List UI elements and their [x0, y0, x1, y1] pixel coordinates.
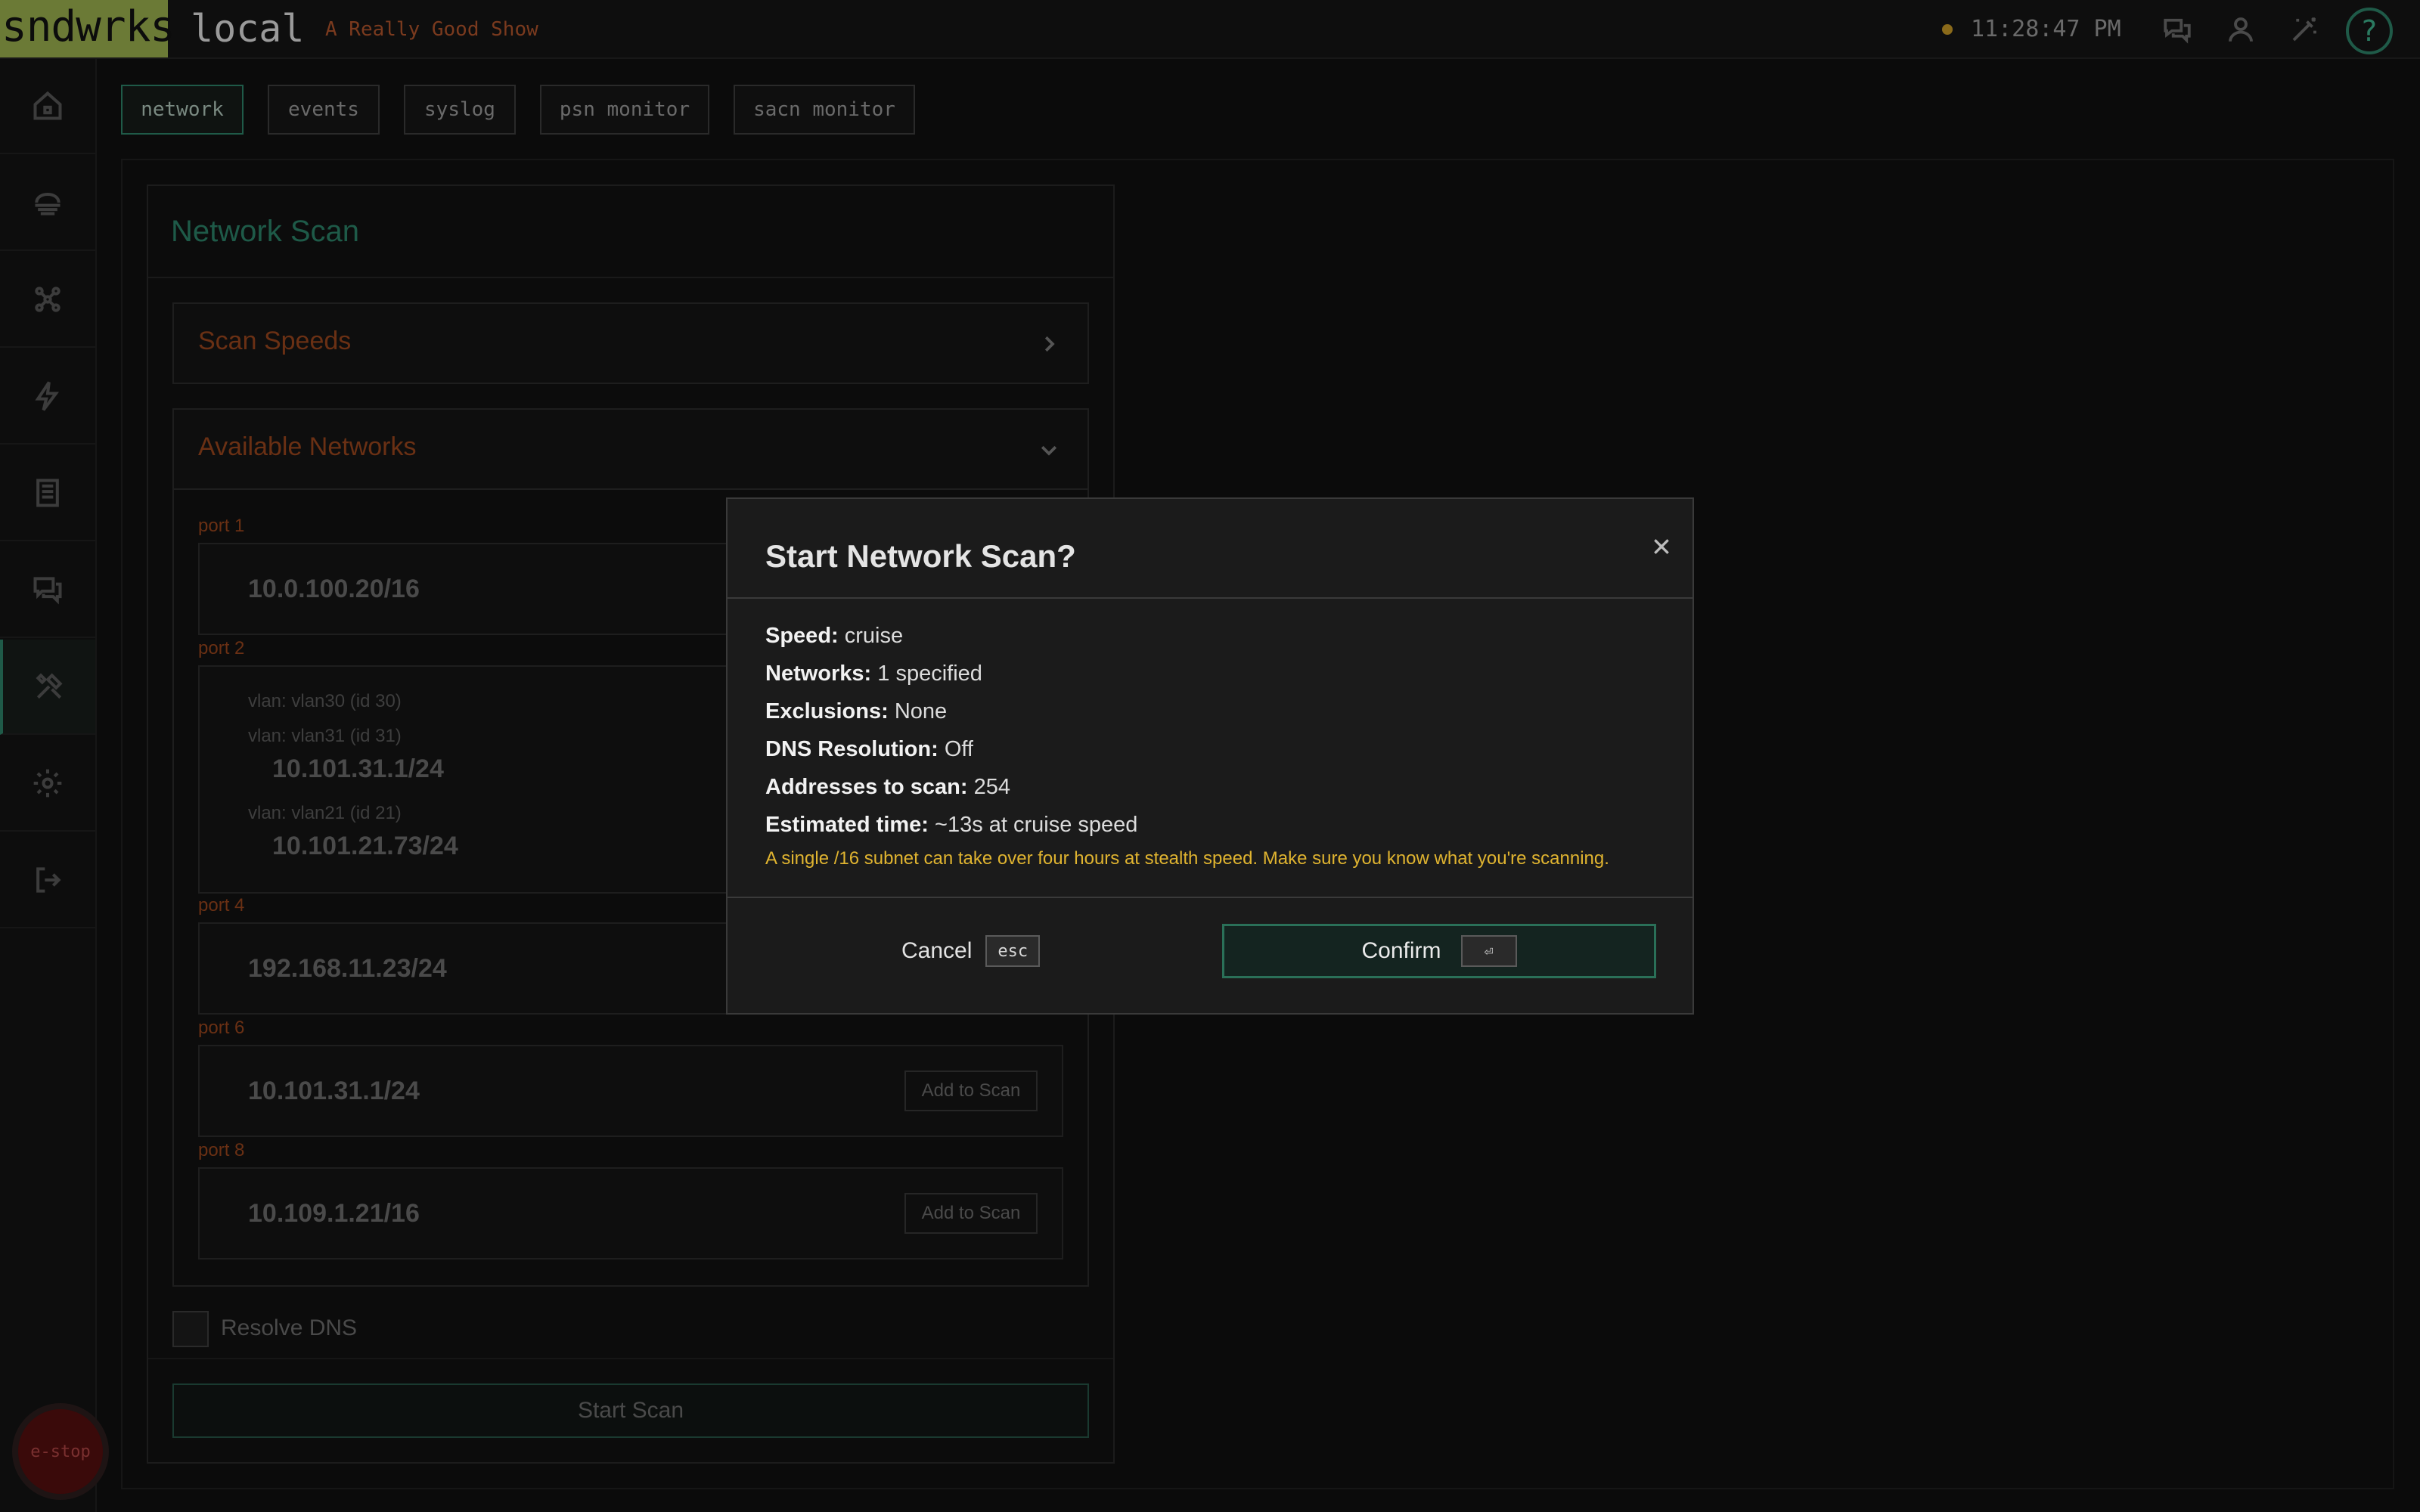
detail-exclusions: Exclusions: None [765, 697, 947, 726]
vlan-label: vlan: vlan30 (id 30) [248, 691, 402, 711]
network-address: 10.109.1.21/16 [248, 1199, 420, 1228]
detail-dns-resolution: DNS Resolution: Off [765, 735, 973, 764]
gear-icon [33, 769, 62, 798]
detail-value: ~13s at cruise speed [935, 813, 1138, 837]
dialog-title: Start Network Scan? [765, 538, 1076, 574]
close-icon[interactable] [1643, 528, 1680, 565]
tab-psn-monitor[interactable]: psn monitor [540, 85, 709, 135]
port-label: port 6 [198, 1018, 245, 1038]
available-networks-accordion[interactable]: Available Networks [172, 408, 1089, 490]
detail-label: Speed: [765, 624, 839, 648]
tab-syslog[interactable]: syslog [404, 85, 516, 135]
cancel-button[interactable]: Cancel esc [901, 924, 1041, 978]
sidebar-item-settings[interactable] [0, 736, 95, 832]
help-icon[interactable]: ? [2346, 8, 2393, 54]
confirm-label: Confirm [1361, 938, 1441, 963]
start-scan-button[interactable]: Start Scan [172, 1383, 1089, 1438]
cancel-label: Cancel [901, 938, 973, 963]
network-address: 192.168.11.23/24 [248, 954, 447, 983]
port-label: port 8 [198, 1140, 245, 1160]
detail-estimated-time: Estimated time: ~13s at cruise speed [765, 810, 1137, 839]
network-card: 10.109.1.21/16 Add to Scan [198, 1167, 1063, 1259]
sidebar-item-logout[interactable] [0, 833, 95, 928]
detail-label: Networks: [765, 662, 872, 686]
port-label: port 4 [198, 895, 245, 916]
enter-key-icon: ⏎ [1460, 935, 1517, 967]
top-bar: sndwrks local A Really Good Show 11:28:4… [0, 0, 2420, 59]
detail-label: Estimated time: [765, 813, 929, 837]
warning-text: A single /16 subnet can take over four h… [765, 848, 1609, 869]
home-icon [33, 91, 62, 120]
magic-wand-icon[interactable] [2285, 11, 2323, 48]
lightning-icon [35, 381, 60, 411]
chat-icon[interactable] [2158, 11, 2196, 48]
sidebar [0, 59, 97, 1512]
resolve-dns-checkbox[interactable] [172, 1311, 209, 1347]
add-to-scan-button[interactable]: Add to Scan [904, 1193, 1038, 1234]
logout-icon [36, 867, 61, 893]
network-address: 10.101.31.1/24 [272, 754, 444, 783]
sidebar-item-home[interactable] [0, 59, 95, 154]
available-networks-title: Available Networks [198, 432, 417, 461]
detail-value: Off [944, 737, 973, 761]
show-name: A Really Good Show [325, 18, 538, 41]
divider [728, 597, 1692, 599]
tab-events[interactable]: events [268, 85, 380, 135]
sidebar-item-documents[interactable] [0, 446, 95, 541]
port-label: port 1 [198, 516, 245, 536]
panel-divider [148, 277, 1113, 278]
start-scan-dialog: Start Network Scan? Speed: cruise Networ… [726, 497, 1694, 1015]
sidebar-item-messages[interactable] [0, 543, 95, 638]
detail-value: 254 [973, 775, 1010, 799]
detail-value: None [894, 699, 948, 723]
sidebar-item-stage[interactable] [0, 156, 95, 251]
detail-value: 1 specified [877, 662, 982, 686]
sidebar-item-tools[interactable] [0, 640, 95, 735]
detail-label: Exclusions: [765, 699, 889, 723]
host-name: local [191, 7, 305, 51]
network-nodes-icon [35, 287, 60, 312]
vlan-label: vlan: vlan21 (id 21) [248, 803, 402, 823]
scan-speeds-title: Scan Speeds [198, 327, 352, 355]
document-icon [36, 479, 59, 507]
page-title: Network Scan [171, 215, 359, 248]
help-glyph: ? [2361, 14, 2378, 48]
brand-logo[interactable]: sndwrks [0, 0, 175, 57]
detail-addresses: Addresses to scan: 254 [765, 773, 1010, 801]
detail-label: DNS Resolution: [765, 737, 939, 761]
detail-speed: Speed: cruise [765, 621, 903, 650]
vlan-label: vlan: vlan31 (id 31) [248, 726, 402, 746]
messages-icon [33, 577, 62, 605]
sidebar-item-power[interactable] [0, 349, 95, 445]
port-label: port 2 [198, 638, 245, 658]
sidebar-item-network[interactable] [0, 253, 95, 348]
esc-key-hint: esc [985, 935, 1041, 967]
chevron-down-icon [1038, 438, 1060, 461]
network-card: 10.101.31.1/24 Add to Scan [198, 1045, 1063, 1137]
estop-button[interactable]: e-stop [12, 1403, 109, 1500]
chevron-right-icon [1038, 333, 1060, 355]
network-address: 10.101.21.73/24 [272, 832, 458, 860]
network-address: 10.0.100.20/16 [248, 575, 420, 603]
stage-icon [35, 192, 60, 215]
detail-label: Addresses to scan: [765, 775, 968, 799]
connection-status-indicator [1942, 24, 1953, 35]
detail-networks: Networks: 1 specified [765, 659, 982, 688]
scan-speeds-accordion[interactable]: Scan Speeds [172, 302, 1089, 384]
detail-value: cruise [844, 624, 904, 648]
resolve-dns-label[interactable]: Resolve DNS [221, 1315, 357, 1341]
tab-sacn-monitor[interactable]: sacn monitor [734, 85, 915, 135]
user-icon[interactable] [2222, 11, 2260, 48]
add-to-scan-button[interactable]: Add to Scan [904, 1070, 1038, 1111]
divider [728, 897, 1692, 898]
tools-icon [36, 673, 63, 699]
clock: 11:28:47 PM [1971, 16, 2121, 42]
tab-network[interactable]: network [121, 85, 244, 135]
divider [148, 1358, 1113, 1359]
network-address: 10.101.31.1/24 [248, 1077, 420, 1105]
confirm-button[interactable]: Confirm ⏎ [1222, 924, 1656, 978]
